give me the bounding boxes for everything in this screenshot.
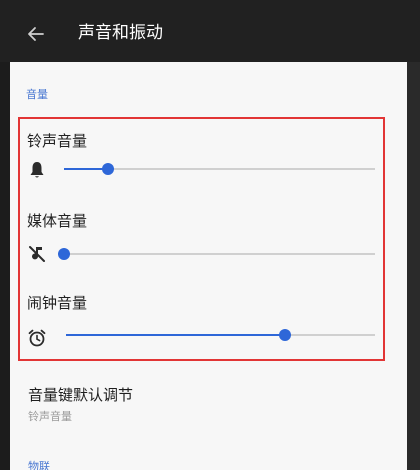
volume-key-setting-title[interactable]: 音量键默认调节 [28,384,133,405]
ring-volume-slider[interactable] [64,162,375,176]
slider-thumb[interactable] [279,329,292,341]
page-title: 声音和振动 [78,23,163,43]
sound-settings-screen: 声音和振动 音量 铃声音量 媒体音量 闹钟音量 音量键默认调节 铃声音量 物联 [0,0,420,470]
slider-fill [66,334,286,336]
slider-thumb[interactable] [58,248,70,260]
bell-icon [30,162,44,178]
alarm-volume-slider[interactable] [66,328,375,342]
screen-edge [407,62,420,470]
ring-volume-label: 铃声音量 [27,132,88,150]
section-label-volume: 音量 [26,88,48,101]
media-volume-slider[interactable] [58,247,375,261]
music-muted-icon [29,246,45,262]
alarm-clock-icon [28,329,46,347]
app-bar: 声音和振动 [0,0,420,62]
settings-list: 音量 铃声音量 媒体音量 闹钟音量 音量键默认调节 铃声音量 物联 [10,62,407,470]
section-label-next: 物联 [28,460,50,470]
arrow-left-icon[interactable] [26,24,46,44]
slider-track [64,253,375,255]
volume-key-setting-summary: 铃声音量 [28,410,72,423]
alarm-volume-label: 闹钟音量 [27,294,88,312]
media-volume-label: 媒体音量 [27,212,88,230]
slider-thumb[interactable] [101,163,114,175]
